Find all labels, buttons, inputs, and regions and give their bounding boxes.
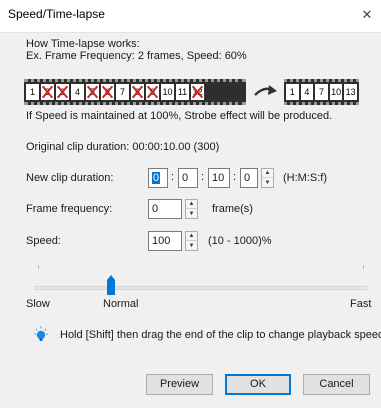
stepper-up-icon[interactable]: ▲ <box>186 232 197 241</box>
frame-frequency-field[interactable]: 0 <box>148 199 182 219</box>
preview-button[interactable]: Preview <box>146 374 213 395</box>
duration-seconds-field[interactable]: 10 <box>208 168 230 188</box>
time-separator: : <box>201 171 205 183</box>
filmstrip-result: 1 4 7 10 13 <box>284 79 359 105</box>
original-frame: 5 <box>86 84 99 100</box>
stepper-up-icon[interactable]: ▲ <box>262 169 273 178</box>
original-frame: 7 <box>116 84 129 100</box>
result-frame: 1 <box>286 84 299 100</box>
original-frame: 3 <box>56 84 69 100</box>
window-title: Speed/Time-lapse <box>8 7 105 21</box>
time-separator: : <box>171 171 175 183</box>
slider-tick <box>363 265 364 269</box>
slider-normal-label: Normal <box>103 298 139 310</box>
original-frame: 2 <box>41 84 54 100</box>
original-frame: 4 <box>71 84 84 100</box>
explain-example: Ex. Frame Frequency: 2 frames, Speed: 60… <box>26 50 247 62</box>
stepper-down-icon[interactable]: ▼ <box>186 209 197 218</box>
speed-range: (10 - 1000)% <box>208 235 272 247</box>
bulb-icon <box>34 326 48 341</box>
duration-minutes-field[interactable]: 0 <box>178 168 198 188</box>
frame-frequency-label: Frame frequency: <box>26 203 113 215</box>
speed-slider-track[interactable] <box>34 286 367 290</box>
original-duration: Original clip duration: 00:00:10.00 (300… <box>26 141 220 153</box>
duration-frames-field[interactable]: 0 <box>240 168 258 188</box>
cancel-button[interactable]: Cancel <box>303 374 370 395</box>
frame-frequency-stepper[interactable]: ▲ ▼ <box>185 199 198 219</box>
result-frame: 10 <box>329 84 343 100</box>
speed-slider-thumb[interactable] <box>106 274 116 296</box>
ok-button[interactable]: OK <box>225 374 291 395</box>
slider-slow-label: Slow <box>26 298 50 310</box>
duration-stepper[interactable]: ▲ ▼ <box>261 168 274 188</box>
original-frame: 1 <box>26 84 39 100</box>
duration-hours-field[interactable]: 0 <box>148 168 168 188</box>
speed-label: Speed: <box>26 235 61 247</box>
speed-field[interactable]: 100 <box>148 231 182 251</box>
original-frame: 9 <box>146 84 159 100</box>
original-frame: 11 <box>176 84 189 100</box>
new-duration-label: New clip duration: <box>26 172 114 184</box>
time-separator: : <box>233 171 237 183</box>
stepper-up-icon[interactable]: ▲ <box>186 200 197 209</box>
result-frame: 4 <box>300 84 314 100</box>
hint-text: Hold [Shift] then drag the end of the cl… <box>60 329 381 341</box>
stepper-down-icon[interactable]: ▼ <box>186 241 197 250</box>
speed-stepper[interactable]: ▲ ▼ <box>185 231 198 251</box>
explain-heading: How Time-lapse works: <box>26 38 140 50</box>
slider-fast-label: Fast <box>350 298 372 310</box>
result-frame: 7 <box>315 84 328 100</box>
arrow-right-icon <box>254 85 277 96</box>
close-icon[interactable]: ✕ <box>357 5 377 25</box>
original-frame: 12 <box>191 84 204 100</box>
original-frame: 6 <box>101 84 114 100</box>
frame-frequency-unit: frame(s) <box>212 203 253 215</box>
stepper-down-icon[interactable]: ▼ <box>262 178 273 187</box>
strobe-note: If Speed is maintained at 100%, Strobe e… <box>26 110 333 122</box>
original-frame: 8 <box>131 84 144 100</box>
duration-unit: (H:M:S:f) <box>283 172 327 184</box>
original-frame: 10 <box>161 84 174 100</box>
result-frame: 13 <box>344 84 357 100</box>
filmstrip-original: 1 2 3 4 5 6 7 8 9 10 11 12 <box>24 79 246 105</box>
title-bar: Speed/Time-lapse ✕ <box>0 0 381 32</box>
slider-tick <box>38 265 39 269</box>
